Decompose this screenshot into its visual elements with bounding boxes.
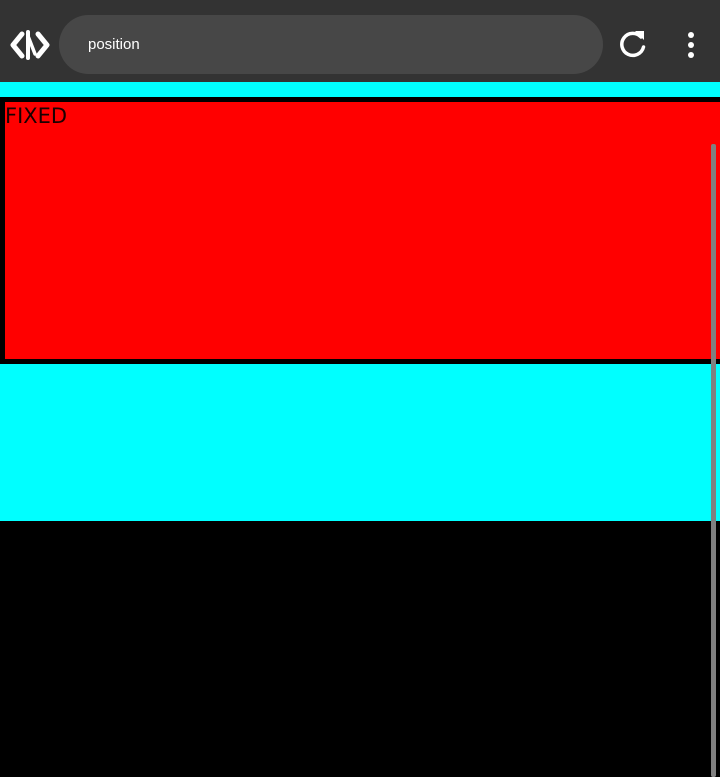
code-brackets-icon[interactable] bbox=[10, 28, 50, 62]
reload-button[interactable] bbox=[614, 28, 650, 62]
fixed-box: FIXED bbox=[0, 97, 720, 364]
menu-button[interactable] bbox=[676, 28, 706, 62]
scrollbar[interactable] bbox=[711, 144, 716, 777]
url-text[interactable]: position bbox=[88, 36, 140, 53]
url-bar[interactable]: position bbox=[59, 15, 603, 74]
page-viewport[interactable]: FIXED bbox=[0, 82, 720, 777]
more-vertical-icon bbox=[688, 32, 694, 58]
reload-icon bbox=[620, 31, 646, 58]
browser-toolbar: position bbox=[0, 0, 720, 82]
fixed-label: FIXED bbox=[5, 104, 68, 128]
